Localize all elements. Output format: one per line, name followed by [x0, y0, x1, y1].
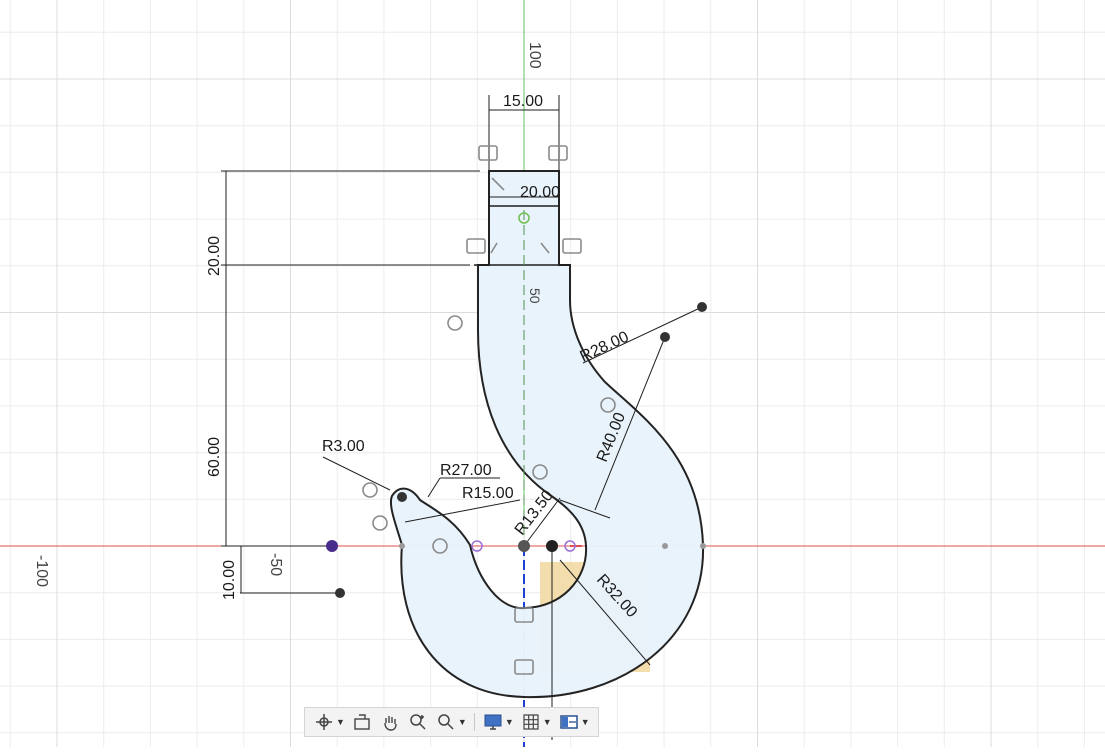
dim-shank-mid-width[interactable]: 20.00 [520, 184, 560, 201]
dim-shank-length[interactable]: 60.00 [206, 437, 223, 477]
fit-icon [435, 711, 457, 733]
look-at-icon [351, 711, 373, 733]
y-axis-label: 100 [526, 42, 543, 69]
pan-icon [379, 711, 401, 733]
x-axis-label: -100 [33, 555, 50, 587]
origin-x-tick: -50 [267, 553, 284, 576]
sketch-canvas[interactable]: 15.00 20.00 20.00 60.00 10.00 R28.00 R40… [0, 0, 1105, 747]
viewports-icon [558, 711, 580, 733]
look-at-button[interactable] [349, 710, 375, 734]
navigation-toolbar: ▼ ▼ ▼ ▼ ▼ [304, 707, 599, 737]
dim-r-tip[interactable]: R3.00 [322, 438, 365, 455]
dim-r-inner-2[interactable]: R15.00 [462, 485, 514, 502]
dim-r-inner-1[interactable]: R27.00 [440, 462, 492, 479]
orbit-icon [313, 711, 335, 733]
fit-button[interactable]: ▼ [433, 710, 469, 734]
display-settings-icon [482, 711, 504, 733]
dim-shank-height[interactable]: 20.00 [206, 236, 223, 276]
viewports-button[interactable]: ▼ [556, 710, 592, 734]
dim-r-outer-bend[interactable]: R28.00 [578, 328, 632, 365]
pan-button[interactable] [377, 710, 403, 734]
origin-y-tick: 50 [527, 288, 543, 304]
dim-r-throat[interactable]: R13.50 [512, 487, 557, 538]
orbit-button[interactable]: ▼ [311, 710, 347, 734]
grid-settings-button[interactable]: ▼ [518, 710, 554, 734]
zoom-icon [407, 711, 429, 733]
dim-offset[interactable]: 10.00 [221, 560, 238, 600]
display-settings-button[interactable]: ▼ [480, 710, 516, 734]
zoom-button[interactable] [405, 710, 431, 734]
toolbar-separator [473, 713, 475, 731]
sketch-viewport[interactable]: 15.00 20.00 20.00 60.00 10.00 R28.00 R40… [0, 0, 1105, 747]
grid-settings-icon [520, 711, 542, 733]
dim-shank-top-width[interactable]: 15.00 [503, 93, 543, 110]
